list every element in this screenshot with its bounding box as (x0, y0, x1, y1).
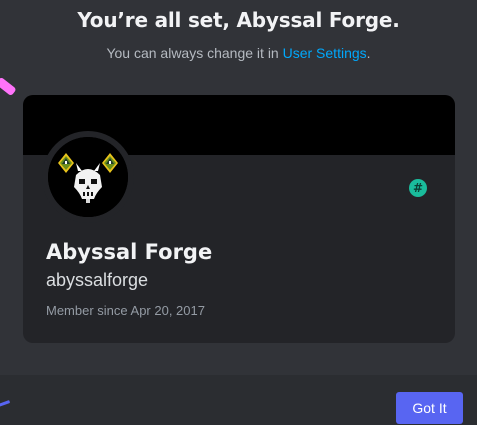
profile-card: # Abyssal Forge abyssalforge Member sinc… (23, 95, 455, 343)
modal-title: You’re all set, Abyssal Forge. (77, 8, 400, 32)
hash-icon: # (409, 179, 427, 197)
user-settings-link[interactable]: User Settings (283, 45, 367, 61)
display-name: Abyssal Forge (46, 240, 213, 264)
username: abyssalforge (46, 270, 149, 290)
subtitle-period: . (366, 45, 371, 61)
member-since: Member since Apr 20, 2017 (46, 303, 205, 318)
got-it-button[interactable]: Got It (396, 392, 463, 424)
confetti-piece (0, 76, 17, 97)
subtitle-text: You can always change it in (106, 45, 283, 61)
modal-body: You’re all set, Abyssal Forge. You can a… (0, 0, 477, 375)
avatar-frame (42, 131, 134, 223)
skull-with-lanterns-icon (48, 137, 128, 217)
modal-footer: Got It (0, 375, 477, 425)
confetti-piece (0, 400, 11, 407)
modal-subtitle: You can always change it in User Setting… (0, 45, 477, 61)
avatar (48, 137, 128, 217)
